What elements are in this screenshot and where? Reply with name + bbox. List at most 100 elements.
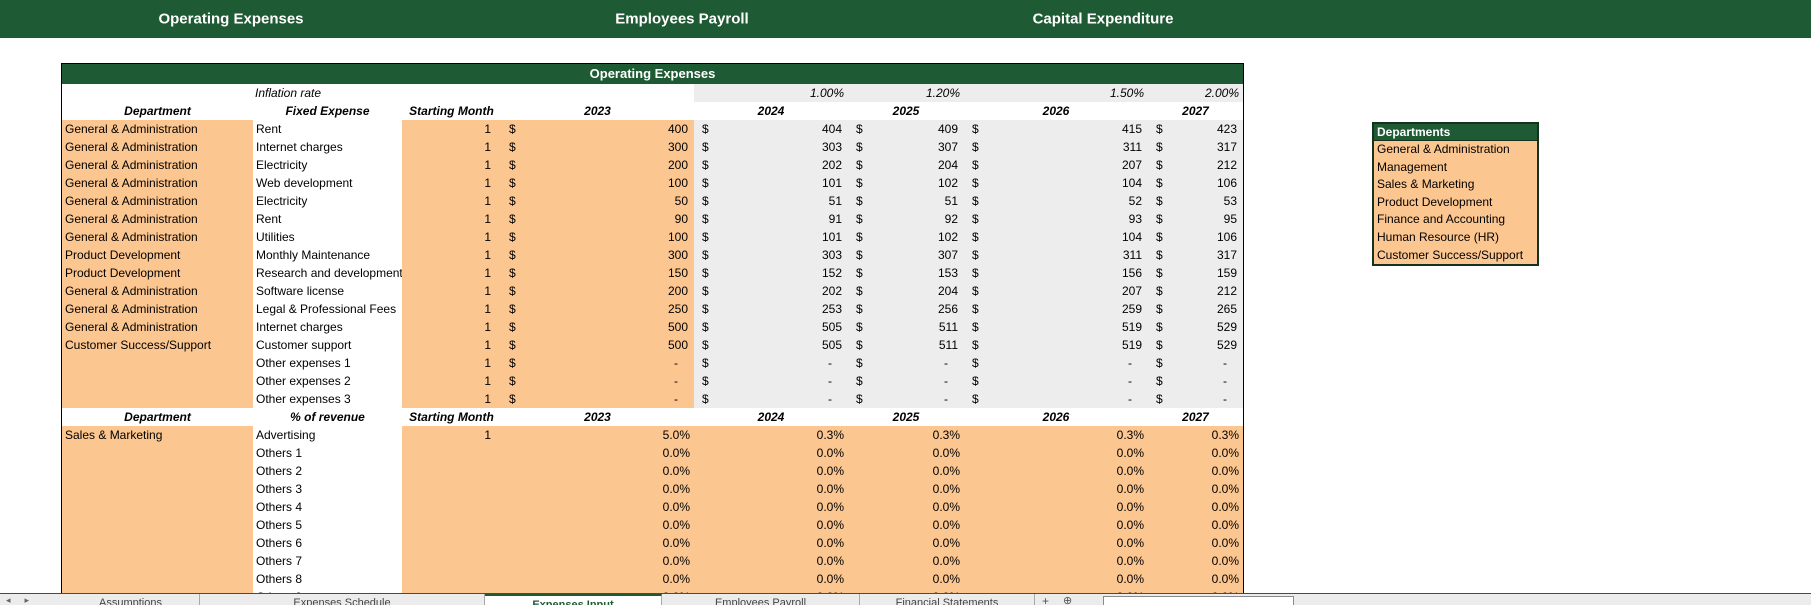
percent-cell[interactable]: 0.0% [1148,516,1243,534]
amount-cell[interactable]: $200 [501,282,694,300]
amount-cell[interactable]: $529 [1148,336,1243,354]
percent-cell[interactable]: 0.0% [501,516,694,534]
amount-cell[interactable]: $500 [501,318,694,336]
department-cell[interactable]: General & Administration [62,282,253,300]
amount-cell[interactable]: $519 [964,318,1148,336]
percent-cell[interactable]: 0.0% [501,444,694,462]
starting-month-cell[interactable]: 1 [402,354,501,372]
expense-name-cell[interactable]: Others 8 [253,570,402,588]
department-cell[interactable] [62,390,253,408]
amount-cell[interactable]: $152 [694,264,848,282]
expense-name-cell[interactable]: Others 6 [253,534,402,552]
starting-month-cell[interactable]: 1 [402,282,501,300]
percent-cell[interactable]: 0.0% [964,480,1148,498]
starting-month-cell[interactable]: 1 [402,318,501,336]
amount-cell[interactable]: $500 [501,336,694,354]
expense-name-cell[interactable]: Utilities [253,228,402,246]
empty-cell[interactable] [402,84,501,102]
amount-cell[interactable]: $307 [848,246,964,264]
legend-item[interactable]: Product Development [1374,194,1537,212]
expense-name-cell[interactable]: Others 4 [253,498,402,516]
amount-cell[interactable]: $511 [848,336,964,354]
department-cell[interactable]: General & Administration [62,120,253,138]
percent-cell[interactable]: 0.0% [964,516,1148,534]
percent-cell[interactable]: 0.0% [694,444,848,462]
amount-cell[interactable]: $95 [1148,210,1243,228]
department-cell[interactable]: Customer Success/Support [62,336,253,354]
starting-month-cell[interactable] [402,552,501,570]
empty-cell[interactable] [62,84,253,102]
percent-cell[interactable]: 0.0% [964,552,1148,570]
amount-cell[interactable]: $102 [848,228,964,246]
amount-cell[interactable]: $253 [694,300,848,318]
amount-cell[interactable]: $93 [964,210,1148,228]
department-cell[interactable]: General & Administration [62,138,253,156]
expense-name-cell[interactable]: Advertising [253,426,402,444]
amount-cell[interactable]: $212 [1148,282,1243,300]
percent-cell[interactable]: 0.0% [501,462,694,480]
amount-cell[interactable]: $ - [1148,354,1243,372]
expense-name-cell[interactable]: Internet charges [253,138,402,156]
starting-month-cell[interactable] [402,534,501,552]
banner-employees-payroll[interactable]: Employees Payroll [615,11,748,28]
legend-item[interactable]: Human Resource (HR) [1374,229,1537,247]
amount-cell[interactable]: $505 [694,336,848,354]
percent-cell[interactable]: 0.0% [964,462,1148,480]
starting-month-cell[interactable] [402,516,501,534]
department-cell[interactable] [62,534,253,552]
amount-cell[interactable]: $265 [1148,300,1243,318]
starting-month-cell[interactable] [402,462,501,480]
amount-cell[interactable]: $51 [694,192,848,210]
amount-cell[interactable]: $52 [964,192,1148,210]
department-cell[interactable]: General & Administration [62,174,253,192]
starting-month-cell[interactable]: 1 [402,120,501,138]
starting-month-cell[interactable]: 1 [402,264,501,282]
amount-cell[interactable]: $101 [694,174,848,192]
amount-cell[interactable]: $ - [694,390,848,408]
department-cell[interactable] [62,498,253,516]
amount-cell[interactable]: $250 [501,300,694,318]
amount-cell[interactable]: $311 [964,246,1148,264]
percent-cell[interactable]: 0.0% [964,498,1148,516]
amount-cell[interactable]: $303 [694,246,848,264]
amount-cell[interactable]: $212 [1148,156,1243,174]
inflation-rate-label[interactable]: Inflation rate [253,84,402,102]
amount-cell[interactable]: $150 [501,264,694,282]
amount-cell[interactable]: $101 [694,228,848,246]
percent-cell[interactable]: 0.0% [848,444,964,462]
percent-cell[interactable]: 0.3% [964,426,1148,444]
starting-month-cell[interactable]: 1 [402,246,501,264]
amount-cell[interactable]: $ - [694,372,848,390]
inflation-rate-2027[interactable]: 2.00% [1148,84,1243,102]
amount-cell[interactable]: $51 [848,192,964,210]
percent-cell[interactable]: 0.0% [1148,444,1243,462]
amount-cell[interactable]: $300 [501,138,694,156]
sheet-tab-employees-payroll[interactable]: Employees Payroll [662,594,860,605]
percent-cell[interactable]: 0.0% [501,552,694,570]
starting-month-cell[interactable]: 1 [402,174,501,192]
amount-cell[interactable]: $ - [501,372,694,390]
horizontal-scrollbar[interactable] [1103,596,1294,605]
amount-cell[interactable]: $259 [964,300,1148,318]
percent-cell[interactable]: 0.0% [848,498,964,516]
percent-cell[interactable]: 5.0% [501,426,694,444]
percent-cell[interactable]: 0.0% [1148,552,1243,570]
amount-cell[interactable]: $50 [501,192,694,210]
amount-cell[interactable]: $ - [1148,390,1243,408]
department-cell[interactable] [62,354,253,372]
percent-cell[interactable]: 0.0% [501,480,694,498]
legend-item[interactable]: Customer Success/Support [1374,247,1537,265]
amount-cell[interactable]: $ - [964,390,1148,408]
sheet-tab-expenses-schedule[interactable]: Expenses Schedule [200,594,485,605]
percent-cell[interactable]: 0.0% [694,516,848,534]
amount-cell[interactable]: $409 [848,120,964,138]
expense-name-cell[interactable]: Monthly Maintenance [253,246,402,264]
starting-month-cell[interactable]: 1 [402,210,501,228]
amount-cell[interactable]: $400 [501,120,694,138]
percent-cell[interactable]: 0.0% [964,534,1148,552]
starting-month-cell[interactable]: 1 [402,138,501,156]
amount-cell[interactable]: $102 [848,174,964,192]
amount-cell[interactable]: $423 [1148,120,1243,138]
banner-operating-expenses[interactable]: Operating Expenses [158,11,303,28]
expense-name-cell[interactable]: Rent [253,210,402,228]
